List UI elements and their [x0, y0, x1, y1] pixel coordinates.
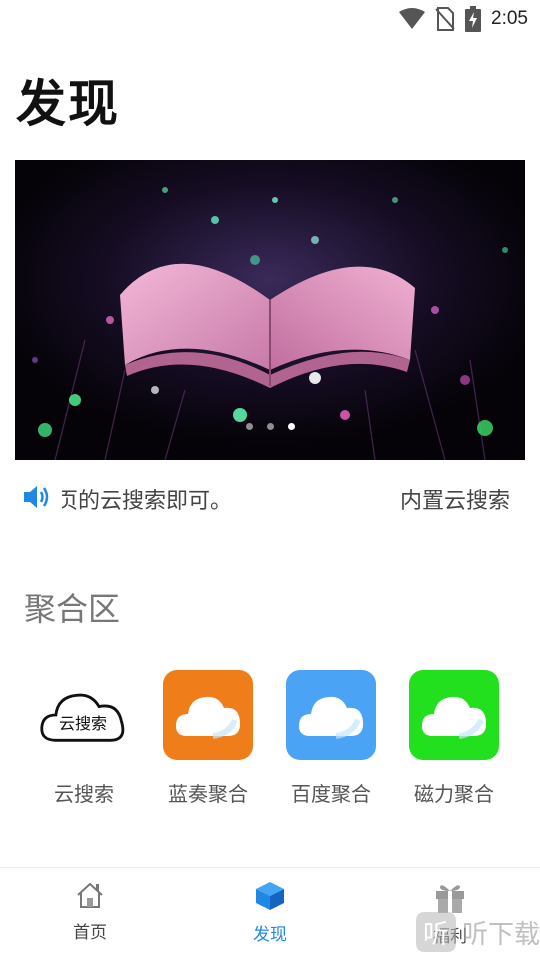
bottom-navigation: 首页 发现 福利 听 听下载 [0, 867, 540, 960]
nav-item-home[interactable]: 首页 [30, 880, 150, 943]
cloud-icon [409, 670, 499, 760]
banner-carousel[interactable] [15, 160, 525, 460]
carousel-dot-active[interactable] [287, 423, 295, 430]
nav-label: 发现 [253, 925, 287, 945]
announcement-window: 页的云搜索即可。 内置云搜索 [62, 478, 540, 520]
page-title: 发现 [16, 75, 120, 133]
tile-label: 百度聚合 [291, 782, 371, 806]
section-title-aggregation: 聚合区 [24, 590, 121, 628]
announcement-text: 页的云搜索即可。 [62, 489, 233, 514]
nav-label: 首页 [73, 923, 107, 943]
cloud-icon [286, 670, 376, 760]
status-bar: 2:05 [0, 0, 540, 36]
watermark-text: 听下载 [461, 919, 540, 950]
speaker-icon [24, 486, 49, 508]
tile-magnet[interactable]: 磁力聚合 [394, 670, 514, 807]
carousel-dot[interactable] [245, 423, 253, 430]
announcement-marquee[interactable]: 页的云搜索即可。 内置云搜索 [18, 478, 528, 520]
carousel-dot[interactable] [266, 423, 274, 430]
battery-charging-icon [465, 6, 482, 32]
tile-lanzou[interactable]: 蓝奏聚合 [148, 670, 268, 807]
wifi-icon [399, 8, 426, 29]
tile-label: 云搜索 [54, 782, 114, 806]
tile-cloud-search[interactable]: 云搜索 云搜索 [24, 670, 144, 807]
status-time: 2:05 [491, 8, 528, 29]
gift-icon [436, 885, 464, 913]
tile-label: 磁力聚合 [414, 782, 494, 806]
nav-item-discover[interactable]: 发现 [210, 880, 330, 945]
cloud-icon [163, 670, 253, 760]
carousel-dots [15, 423, 525, 430]
banner-image [15, 160, 525, 460]
house-icon [77, 882, 103, 908]
cloud-search-icon-text: 云搜索 [59, 714, 107, 733]
no-sim-icon [435, 7, 455, 31]
cube-icon [256, 882, 284, 910]
tile-baidu[interactable]: 百度聚合 [271, 670, 391, 807]
tile-label: 蓝奏聚合 [168, 782, 248, 806]
watermark: 听 听下载 [415, 912, 540, 952]
announcement-text-next: 内置云搜索 [400, 489, 511, 514]
watermark-badge: 听 [415, 912, 456, 952]
cloud-search-icon: 云搜索 [39, 670, 129, 760]
